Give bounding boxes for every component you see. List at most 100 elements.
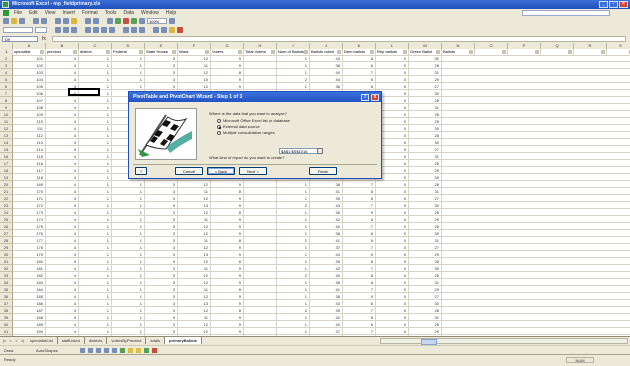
cell[interactable]: 1 [79,209,112,216]
cell[interactable] [244,265,277,272]
cell[interactable]: 109 [13,111,46,118]
cell[interactable]: 1 [112,195,145,202]
cell[interactable]: 1 [79,314,112,321]
cell[interactable]: 42 [310,216,343,223]
cell[interactable]: 1 [79,55,112,62]
cell[interactable]: 1 [112,279,145,286]
row-header[interactable]: 8 [0,97,13,104]
cell[interactable]: 31 [409,188,442,195]
row-header[interactable]: 9 [0,104,13,111]
cell[interactable]: 26 [409,321,442,328]
cell[interactable]: 1 [277,223,310,230]
cell[interactable]: 8 [211,69,244,76]
cell[interactable]: 3 [145,293,178,300]
cut-icon[interactable] [55,18,61,24]
cell[interactable]: 3 [145,69,178,76]
cell[interactable] [244,272,277,279]
cell[interactable]: 1 [79,146,112,153]
cell[interactable]: 3 [145,307,178,314]
cell[interactable]: 0 [376,321,409,328]
sheet-nav-button[interactable]: > [14,338,19,343]
wordart-icon[interactable] [120,348,125,353]
menu-item-view[interactable]: View [45,9,56,17]
cell[interactable]: 1 [79,286,112,293]
cell[interactable]: 1 [112,251,145,258]
cell[interactable]: 4 [46,167,79,174]
cell[interactable]: 3 [145,181,178,188]
cell[interactable]: 10 [178,76,211,83]
cell[interactable]: 9 [211,62,244,69]
cell[interactable]: 1 [79,195,112,202]
finish-button[interactable]: Finish [309,167,337,175]
cell[interactable]: 41 [310,188,343,195]
row-header[interactable]: 25 [0,216,13,223]
autofilter-dropdown-icon[interactable] [337,50,341,54]
cell[interactable]: 4 [46,286,79,293]
cell[interactable] [244,76,277,83]
cell[interactable]: 1 [79,251,112,258]
preview-icon[interactable] [41,18,47,24]
cell[interactable]: 9 [211,251,244,258]
cell[interactable]: 1 [277,181,310,188]
cell[interactable]: 187 [13,307,46,314]
cell[interactable]: 8 [211,209,244,216]
autofilter-dropdown-icon[interactable] [271,50,275,54]
drawing-icon[interactable] [139,18,145,24]
cell[interactable]: 4 [46,258,79,265]
cell[interactable]: 39 [310,258,343,265]
menu-item-insert[interactable]: Insert [62,9,75,17]
autoshapes-menu[interactable]: AutoShapes [36,347,58,354]
sheet-nav-button[interactable]: |< [2,338,7,343]
cell[interactable]: 11 [178,237,211,244]
cell[interactable]: 172 [13,202,46,209]
cell[interactable]: 1 [112,286,145,293]
cell[interactable]: 0 [376,181,409,188]
cell[interactable]: 9 [211,300,244,307]
cell[interactable]: 105 [13,83,46,90]
cell[interactable]: 3 [145,265,178,272]
autofilter-dropdown-icon[interactable] [568,50,572,54]
cell[interactable]: 9 [211,195,244,202]
font-color-icon[interactable] [177,27,183,33]
cell[interactable]: 6 [343,62,376,69]
cell[interactable]: 189 [13,321,46,328]
sort-asc-icon[interactable] [115,18,121,24]
cell[interactable]: 1 [79,272,112,279]
cell[interactable]: 3 [145,83,178,90]
cell[interactable]: 36 [310,293,343,300]
autofilter-dropdown-icon[interactable] [40,50,44,54]
cell[interactable]: 1 [79,300,112,307]
cell[interactable]: 1 [277,279,310,286]
align-right-icon[interactable] [101,27,107,33]
cell[interactable]: 4 [46,69,79,76]
cell[interactable]: 12 [178,293,211,300]
cell[interactable]: 4 [46,132,79,139]
cell[interactable]: 9 [343,251,376,258]
cell[interactable]: 0 [376,195,409,202]
cell[interactable]: 31 [409,69,442,76]
cell[interactable]: 27 [409,293,442,300]
zoom-select[interactable]: 100% [147,18,167,24]
autofilter-dropdown-icon[interactable] [139,50,143,54]
undo-icon[interactable] [85,18,91,24]
cell[interactable]: 0 [376,237,409,244]
cell[interactable]: 3 [145,251,178,258]
cell[interactable]: 1 [79,153,112,160]
cell[interactable]: 116 [13,160,46,167]
cell[interactable]: 3 [145,209,178,216]
cell[interactable]: 41 [310,286,343,293]
row-header[interactable]: 33 [0,272,13,279]
oval-icon[interactable] [104,348,109,353]
type-a-question-box[interactable] [522,10,610,16]
cell[interactable]: 8 [343,230,376,237]
cell[interactable]: 0 [376,265,409,272]
autofilter-dropdown-icon[interactable] [172,50,176,54]
cell[interactable]: 111 [13,125,46,132]
cell[interactable] [244,251,277,258]
cell[interactable]: 8 [343,314,376,321]
cell[interactable]: 7 [343,69,376,76]
cell[interactable]: 1 [112,62,145,69]
row-header[interactable]: 21 [0,188,13,195]
cell[interactable]: 1 [277,244,310,251]
cell[interactable]: 9 [343,209,376,216]
